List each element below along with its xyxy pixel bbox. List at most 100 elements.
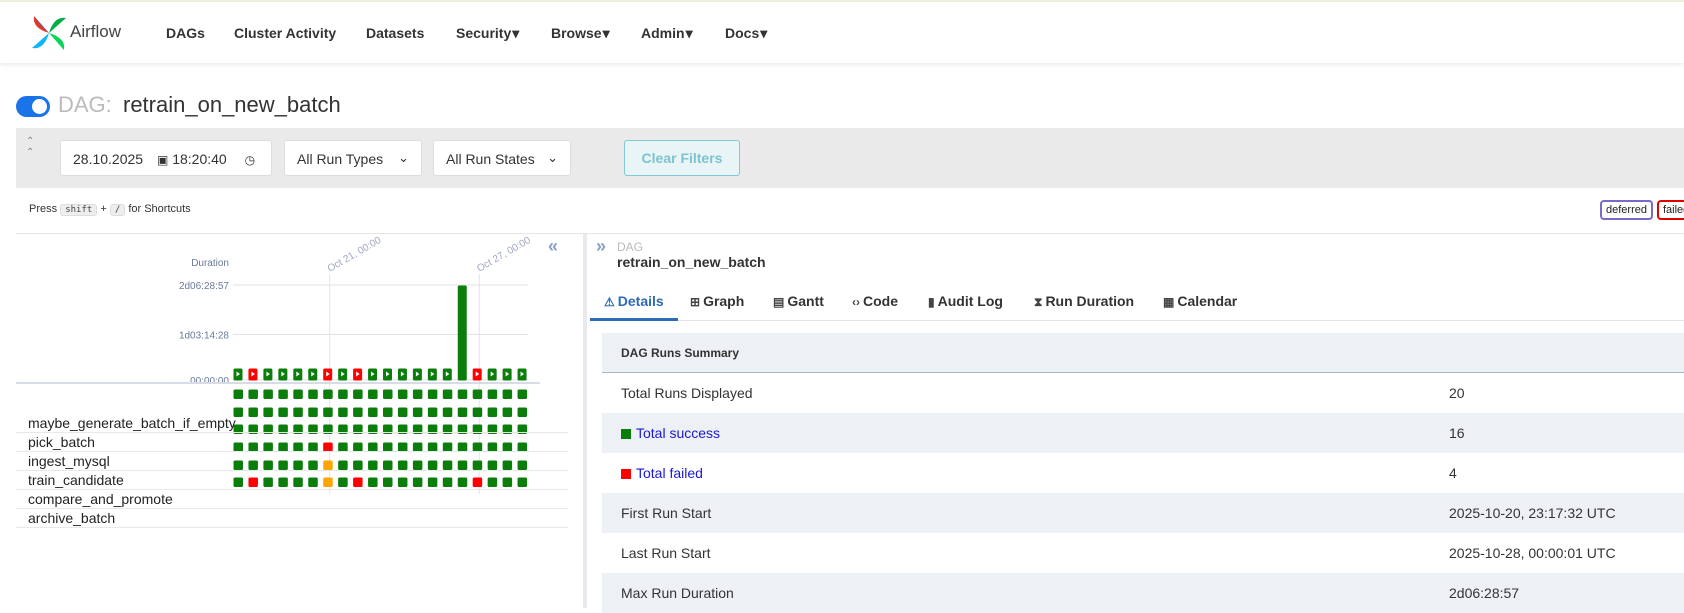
app-name[interactable]: Airflow (70, 22, 121, 42)
task-instance-square (338, 477, 348, 487)
base-date-input[interactable]: 28.10.2025 ▣ 18:20:40 ◷ (60, 140, 272, 176)
tab-label: Run Duration (1045, 293, 1135, 309)
run-types-select[interactable]: All Run Types ⌄ (284, 140, 422, 176)
task-instance-square (442, 477, 453, 487)
task-instance-square (278, 407, 288, 417)
expand-details-icon[interactable]: » (596, 236, 606, 257)
run-states-select[interactable]: All Run States ⌄ (433, 140, 571, 176)
tab-calendar[interactable]: ▦ Calendar (1163, 293, 1237, 309)
summary-value: 2025-10-20, 23:17:32 UTC (1449, 505, 1616, 521)
y-tick-label: 2d06:28:57 (179, 281, 229, 292)
hourglass-icon: ⧗ (1034, 295, 1043, 309)
shortcuts-press: Press (29, 203, 58, 215)
nav-cluster-activity[interactable]: Cluster Activity (234, 25, 336, 41)
summary-value: 2d06:28:57 (1449, 585, 1520, 601)
task-instance-square (517, 407, 528, 417)
task-instance-square (293, 407, 303, 417)
summary-key: First Run Start (621, 505, 711, 521)
status-square-icon (621, 429, 631, 439)
shortcuts-suffix: for Shortcuts (128, 203, 191, 215)
task-label-archive-batch[interactable]: archive_batch (28, 510, 115, 526)
panel-resizer[interactable] (583, 234, 587, 608)
summary-key-label[interactable]: Total success (636, 425, 720, 441)
task-label-compare-and-promote[interactable]: compare_and_promote (28, 491, 173, 507)
task-instance-square (323, 407, 333, 417)
task-label-maybe-generate-batch-if-empty[interactable]: maybe_generate_batch_if_empty (28, 415, 236, 431)
legend-deferred[interactable]: deferred (1600, 200, 1653, 220)
tab-code[interactable]: ‹› Code (852, 293, 898, 309)
summary-row: Total success 16 (602, 413, 1684, 453)
task-instance-square (502, 407, 513, 417)
task-row-divider (16, 508, 568, 509)
summary-key[interactable]: Total success (621, 425, 720, 441)
task-instance-square (308, 477, 318, 487)
date-value: 28.10.2025 (73, 151, 144, 167)
task-instance-square (368, 389, 378, 399)
task-instance-square (457, 477, 468, 487)
breadcrumb-dag-label[interactable]: DAG (617, 240, 643, 254)
task-instance-square (263, 477, 273, 487)
task-label-pick-batch[interactable]: pick_batch (28, 434, 95, 450)
nav-docs[interactable]: Docs (725, 25, 759, 41)
task-row-divider (16, 451, 568, 452)
dag-prefix: DAG: (58, 92, 112, 117)
summary-key-label[interactable]: Total failed (636, 465, 703, 481)
summary-row: First Run Start 2025-10-20, 23:17:32 UTC (602, 493, 1684, 533)
task-instance-square (293, 477, 303, 487)
task-instance-square (338, 389, 348, 399)
summary-key-label: First Run Start (621, 505, 712, 521)
task-instance-square (472, 389, 483, 399)
dag-pause-toggle[interactable] (16, 96, 50, 117)
task-instance-square (502, 389, 513, 399)
task-instance-square (263, 407, 273, 417)
task-instance-square (502, 477, 513, 487)
nav-datasets[interactable]: Datasets (366, 25, 424, 41)
summary-row: Total failed 4 (602, 453, 1684, 493)
tab-label: Graph (703, 293, 745, 309)
task-instance-square (338, 407, 348, 417)
calendar-small-icon[interactable]: ▣ (157, 153, 168, 167)
graph-icon: ⊞ (690, 295, 701, 309)
collapse-up-icon[interactable]: ⌃ ⌃ (26, 136, 34, 158)
breadcrumb-dag-name[interactable]: retrain_on_new_batch (617, 254, 766, 270)
task-instance-square (308, 407, 318, 417)
nav-admin[interactable]: Admin (641, 25, 685, 41)
tab-audit-log[interactable]: ▮ Audit Log (928, 293, 1003, 309)
task-instance-square (308, 389, 318, 399)
tab-details[interactable]: ⚠ Details (604, 293, 664, 309)
tab-gantt[interactable]: ▤ Gantt (773, 293, 824, 309)
nav-dags[interactable]: DAGs (166, 25, 205, 41)
task-instance-square (368, 460, 378, 470)
task-label-train-candidate[interactable]: train_candidate (28, 472, 124, 488)
airflow-logo-icon[interactable] (30, 14, 68, 52)
task-instance-square (397, 477, 408, 487)
clear-filters-button[interactable]: Clear Filters (624, 140, 740, 176)
task-instance-square (397, 407, 408, 417)
task-instance-square (502, 460, 513, 470)
summary-value: 2025-10-28, 00:00:01 UTC (1449, 545, 1616, 561)
run-states-value: All Run States (446, 151, 535, 167)
slash-key: / (109, 204, 126, 216)
task-instance-square (412, 460, 423, 470)
nav-security[interactable]: Security (456, 25, 511, 41)
tab-run-duration[interactable]: ⧗ Run Duration (1034, 293, 1134, 310)
summary-value: 16 (1449, 425, 1465, 441)
tab-label: Audit Log (937, 293, 1003, 309)
tab-graph[interactable]: ⊞ Graph (690, 293, 744, 309)
task-instance-square (457, 389, 468, 399)
task-instance-square (383, 389, 393, 399)
tab-label: Code (863, 293, 898, 309)
collapse-grid-icon[interactable]: « (548, 236, 558, 257)
summary-key: Last Run Start (621, 545, 711, 561)
task-instance-square (353, 389, 363, 399)
task-label-ingest-mysql[interactable]: ingest_mysql (28, 453, 110, 469)
task-instance-square (442, 389, 453, 399)
task-instance-square (248, 407, 258, 417)
summary-key[interactable]: Total failed (621, 465, 703, 481)
summary-row: Max Run Duration 2d06:28:57 (602, 573, 1684, 613)
nav-browse[interactable]: Browse (551, 25, 602, 41)
task-instance-square (487, 407, 498, 417)
clock-icon[interactable]: ◷ (245, 153, 255, 167)
legend-failed[interactable]: failed (1657, 200, 1684, 220)
shortcuts-hint: Press shift + / for Shortcuts (29, 203, 191, 216)
